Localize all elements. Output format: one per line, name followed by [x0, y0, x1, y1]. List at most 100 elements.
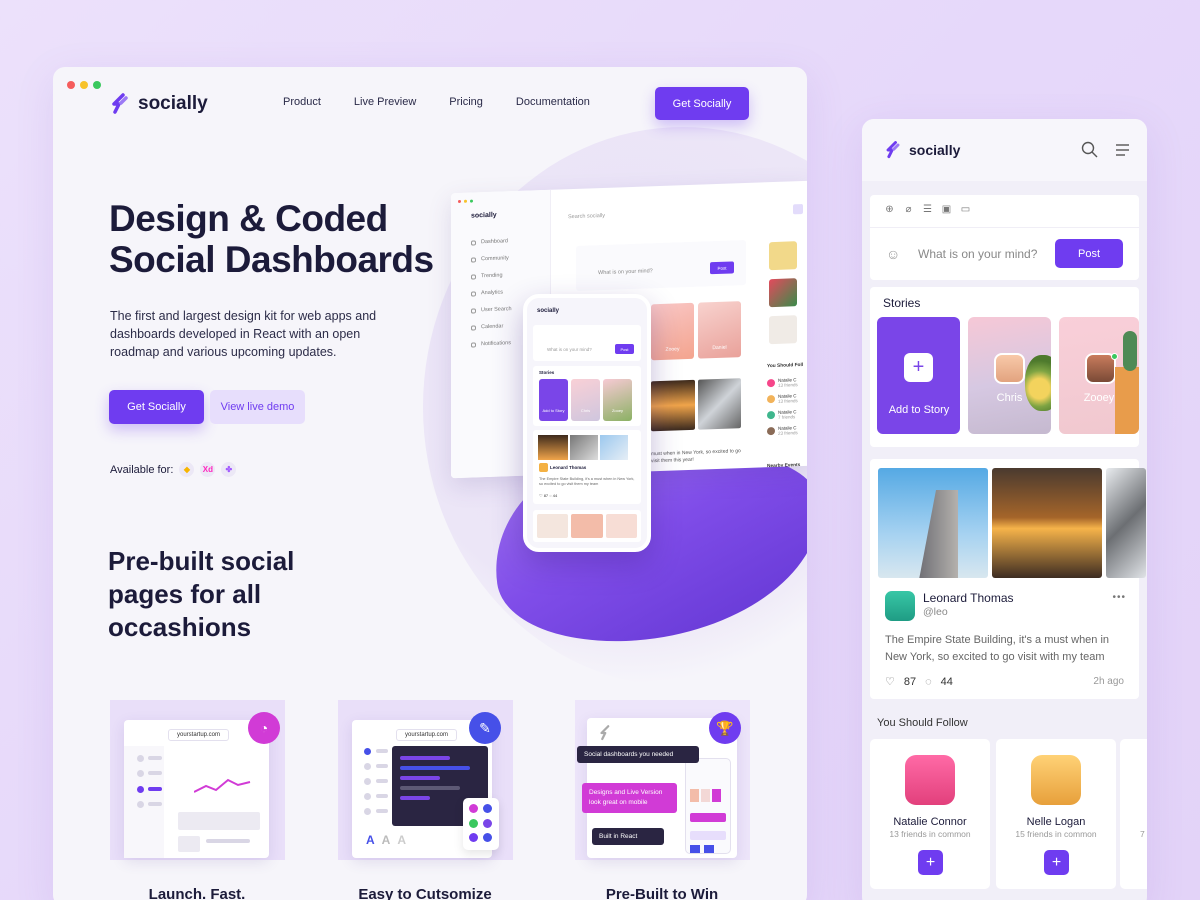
font-samples: A A A	[366, 833, 407, 847]
menu-icon[interactable]	[1114, 141, 1131, 158]
post-image-building[interactable]	[1106, 468, 1146, 578]
hero-get-socially-button[interactable]: Get Socially	[109, 390, 204, 424]
phone-preview: socially What is on your mind? Post Stor…	[523, 294, 651, 552]
nav-product[interactable]: Product	[283, 96, 321, 108]
socially-logo-icon	[886, 141, 900, 159]
url-bar: yourstartup.com	[168, 729, 230, 741]
add-story-plus-icon: +	[904, 353, 933, 382]
hero-title: Design & Coded Social Dashboards	[109, 198, 449, 280]
avatar	[994, 353, 1025, 384]
chip-built-react: Built in React	[592, 828, 664, 845]
follow-name[interactable]: Nelle Logan	[996, 816, 1116, 828]
maximize-dot[interactable]	[93, 81, 101, 89]
socially-logo-icon	[112, 93, 128, 114]
mobile-header-icons	[1081, 141, 1131, 158]
phone-brand: socially	[537, 308, 560, 314]
heart-icon[interactable]: ♡	[885, 675, 895, 688]
composer-input[interactable]: What is on your mind?	[918, 247, 1037, 261]
image-icon[interactable]: ▣	[941, 204, 952, 215]
video-icon[interactable]: ▭	[960, 204, 971, 215]
chip-designs-live: Designs and Live Version look great on m…	[582, 783, 677, 813]
view-live-demo-button[interactable]: View live demo	[210, 390, 305, 424]
preview-nav-item: Dashboard	[471, 237, 550, 246]
feature-title-launch: Launch. Fast.	[148, 886, 246, 900]
story-label: Zooey	[1083, 392, 1115, 404]
minimize-dot[interactable]	[80, 81, 88, 89]
speedometer-icon: ◔	[248, 712, 280, 744]
window-controls	[67, 81, 101, 89]
url-bar: yourstartup.com	[396, 729, 458, 741]
attachment-icon[interactable]: ⌀	[903, 204, 914, 215]
follow-common: 7	[1140, 829, 1145, 839]
desktop-landing-window: socially Product Live Preview Pricing Do…	[53, 67, 807, 900]
follow-add-button[interactable]: +	[1044, 850, 1069, 875]
follow-common: 13 friends in common	[889, 829, 971, 839]
figma-icon: ✤	[221, 462, 237, 477]
available-label: Available for:	[110, 463, 174, 476]
mobile-post-button[interactable]: Post	[1055, 239, 1123, 268]
story-chris[interactable]: Chris	[968, 317, 1051, 434]
story-add[interactable]: + Add to Story	[877, 317, 960, 434]
nav-documentation[interactable]: Documentation	[516, 96, 590, 108]
preview-add-icon	[793, 203, 803, 215]
follow-common: 15 friends in common	[1015, 829, 1097, 839]
story-label: Chris	[996, 392, 1023, 404]
post-text: The Empire State Building, it's a must w…	[885, 634, 1110, 663]
online-indicator	[1111, 353, 1118, 360]
comment-icon[interactable]: ◌	[925, 676, 932, 688]
close-dot[interactable]	[67, 81, 75, 89]
hero-description: The first and largest design kit for web…	[110, 309, 377, 359]
post-time: 2h ago	[1093, 676, 1124, 687]
preview-nav-item: Trending	[471, 271, 550, 280]
phone-post: Leonard Thomas The Empire State Building…	[533, 430, 641, 504]
follow-card: Nelle Logan 15 friends in common +	[996, 739, 1116, 889]
avatar	[905, 755, 955, 805]
feature-title-win: Pre-Built to Win	[605, 886, 719, 900]
avatar[interactable]	[885, 591, 915, 621]
post-image-flatiron[interactable]	[878, 468, 988, 578]
mobile-app-window: socially ⊕ ⌀ ☰ ▣ ▭ ☺ What is on your min…	[862, 119, 1147, 900]
brand-logo[interactable]: socially	[108, 92, 208, 116]
mobile-header: socially	[862, 119, 1147, 181]
xd-icon: Xd	[200, 462, 216, 477]
post-handle: @leo	[923, 606, 948, 618]
nav-pricing[interactable]: Pricing	[449, 96, 483, 108]
composer-toolbar: ⊕ ⌀ ☰ ▣ ▭	[884, 204, 971, 215]
more-options-icon[interactable]: •••	[1112, 592, 1126, 603]
list-icon[interactable]: ☰	[922, 204, 933, 215]
follow-card: Natalie Connor 13 friends in common +	[870, 739, 990, 889]
hero-title-line-1: Design & Coded	[109, 198, 388, 239]
comments-count: 44	[940, 675, 953, 688]
search-icon[interactable]	[1081, 141, 1098, 158]
follow-label: You Should Follow	[877, 717, 968, 729]
brand-name: socially	[138, 93, 208, 114]
preview-composer: What is on your mind? Post	[576, 239, 746, 291]
socially-logo-icon	[600, 725, 610, 741]
avatar	[1031, 755, 1081, 805]
header-get-socially-button[interactable]: Get Socially	[655, 87, 749, 120]
mobile-brand-logo[interactable]: socially	[883, 140, 960, 160]
emoji-icon[interactable]: ☺	[886, 246, 900, 262]
phone-gallery	[533, 510, 641, 542]
preview-follow-list: Natalie C 13 friends Natalie C 13 friends …	[767, 377, 807, 437]
likes-count: 87	[903, 675, 917, 688]
trophy-icon: 🏆	[709, 712, 741, 744]
mobile-composer: ⊕ ⌀ ☰ ▣ ▭ ☺ What is on your mind? Post	[870, 195, 1139, 280]
chip-social-dashboards: Social dashboards you needed	[577, 746, 699, 763]
phone-composer: What is on your mind? Post	[533, 325, 641, 361]
preview-nav-item: Community	[471, 254, 550, 263]
nav-live-preview[interactable]: Live Preview	[354, 96, 416, 108]
available-for: Available for: ◆ Xd ✤	[110, 462, 237, 477]
feature-title-customize: Easy to Cutsomize	[358, 886, 492, 900]
add-icon[interactable]: ⊕	[884, 204, 895, 215]
preview-dots	[458, 197, 550, 204]
paint-bucket-icon: ✎	[469, 712, 501, 744]
follow-add-button[interactable]: +	[918, 850, 943, 875]
post-image-street[interactable]	[992, 468, 1102, 578]
story-zooey[interactable]: Zooey	[1059, 317, 1139, 434]
follow-name[interactable]: Natalie Connor	[870, 816, 990, 828]
post-author[interactable]: Leonard Thomas	[923, 591, 1014, 605]
preview-brand: socially	[471, 211, 497, 220]
sketch-icon: ◆	[179, 462, 195, 477]
mobile-post-card: Leonard Thomas @leo ••• The Empire State…	[870, 459, 1146, 699]
